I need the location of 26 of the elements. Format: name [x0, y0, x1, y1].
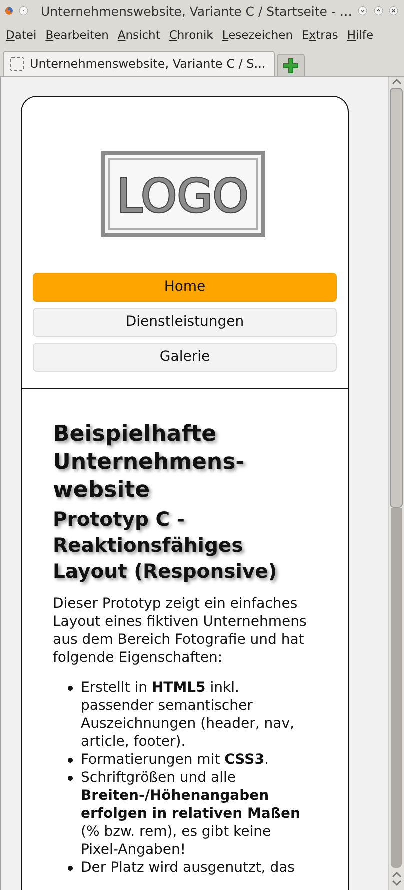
feature-text: Der Platz wird ausgenutzt, das: [81, 859, 295, 877]
menu-item[interactable]: Extras: [302, 28, 338, 42]
bullet-dot: [68, 686, 73, 691]
feature-text: Schriftgrößen und alle Breiten-/Höhenangaben erfolgen in relativen Maßen (% bzw. rem), es gibt keine Pixel-Angaben!: [81, 769, 302, 859]
nav-button[interactable]: Galerie: [33, 343, 337, 372]
nav-button[interactable]: Home: [33, 273, 337, 302]
menu-item[interactable]: Ansicht: [118, 28, 160, 42]
bullet-dot: [68, 776, 73, 781]
menu-item[interactable]: Bearbeiten: [46, 28, 109, 42]
menu-item[interactable]: Datei: [6, 28, 37, 42]
menu-item[interactable]: Lesezeichen: [222, 28, 293, 42]
nav-button[interactable]: Dienstleistungen: [33, 308, 337, 337]
logo: LOGO: [101, 151, 265, 237]
feature-text: Formatierungen mit CSS3.: [81, 751, 269, 769]
feature-text: Erstellt in HTML5 inkl. passender semantischer Auszeichnungen (header, nav, article, footer).: [81, 679, 296, 751]
window-title: Unternehmenswebsite, Variante C / Startseite - …: [40, 4, 352, 18]
intro-paragraph: Dieser Prototyp zeigt ein einfaches Layout eines fiktiven Unternehmens aus dem Bereich Fotografie und hat folgende Eigenschaften:: [53, 595, 308, 667]
plus-icon: [282, 58, 299, 74]
menu-item[interactable]: Hilfe: [347, 28, 374, 42]
new-tab-button[interactable]: [276, 54, 305, 76]
menu-item[interactable]: Chronik: [169, 28, 214, 42]
browser-tab[interactable]: Unternehmenswebsite, Variante C / S...: [3, 51, 275, 76]
page-heading: Beispielhafte Unternehmens-website: [53, 421, 246, 505]
page-subheading: Prototyp C - Reaktionsfähiges Layout (Responsive): [53, 507, 278, 585]
bullet-dot: [68, 758, 73, 763]
bullet-dot: [68, 866, 73, 871]
